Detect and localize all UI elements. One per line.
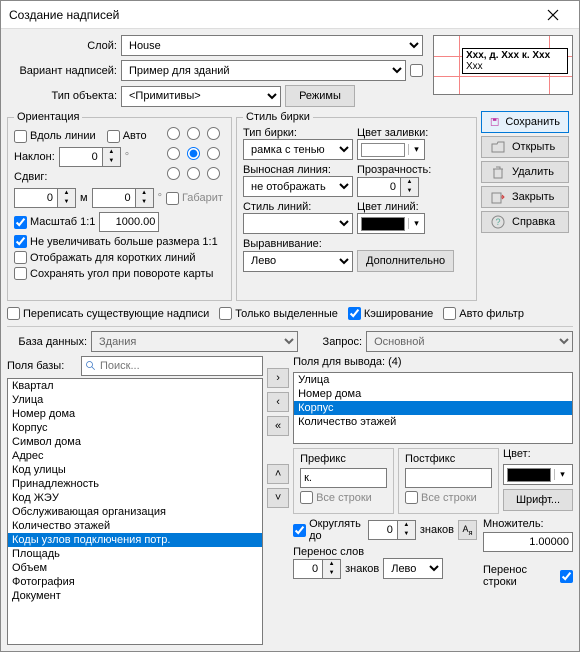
label-preview: Xxx, д. Xxx к. Xxx Xxx: [433, 35, 573, 95]
scale-input[interactable]: [99, 212, 159, 232]
base-list-item[interactable]: Адрес: [8, 449, 262, 463]
scale11-chk[interactable]: Масштаб 1:1: [14, 216, 95, 229]
shift-y[interactable]: [92, 188, 136, 208]
fillcolor-pick[interactable]: ▾: [357, 139, 425, 160]
allrows1-chk[interactable]: Все строки: [300, 491, 372, 504]
selonly-chk[interactable]: Только выделенные: [219, 307, 338, 320]
base-list-item[interactable]: Принадлежность: [8, 477, 262, 491]
modes-btn[interactable]: Режимы: [285, 85, 355, 107]
base-list-item[interactable]: Символ дома: [8, 435, 262, 449]
noenlarge-chk[interactable]: Не увеличивать больше размера 1:1: [14, 235, 218, 248]
leader-select[interactable]: не отображать: [243, 176, 353, 197]
out-list-item[interactable]: Улица: [294, 373, 572, 387]
db-select[interactable]: Здания: [91, 331, 298, 352]
keepangle-chk[interactable]: Сохранять угол при повороте карты: [14, 267, 213, 280]
variant-chk[interactable]: [410, 64, 423, 77]
layer-select[interactable]: House: [121, 35, 423, 56]
base-list-item[interactable]: Код улицы: [8, 463, 262, 477]
open-button[interactable]: Открыть: [481, 136, 569, 158]
shift-x[interactable]: [14, 188, 58, 208]
search-input[interactable]: [97, 358, 259, 374]
linewrap-chk[interactable]: Перенос строки: [483, 564, 573, 588]
base-list-item[interactable]: Документ: [8, 589, 262, 603]
allrows2-chk[interactable]: Все строки: [405, 491, 477, 504]
objtype-label: Тип объекта:: [7, 90, 117, 102]
linecolor-pick[interactable]: ▾: [357, 213, 425, 234]
close-button[interactable]: Закрыть: [481, 186, 569, 208]
along-line-chk[interactable]: Вдоль линии: [14, 130, 96, 143]
transp-input[interactable]: [357, 177, 401, 197]
variant-label: Вариант надписей:: [7, 65, 117, 77]
out-list-item[interactable]: Количество этажей: [294, 415, 572, 429]
overwrite-chk[interactable]: Переписать существующие надписи: [7, 307, 209, 320]
tagtype-select[interactable]: рамка с тенью: [243, 139, 353, 160]
anchor-grid[interactable]: [167, 127, 225, 185]
round-val[interactable]: [368, 520, 398, 540]
font-btn[interactable]: Шрифт...: [503, 489, 573, 511]
layer-label: Слой:: [7, 40, 117, 52]
base-list-item[interactable]: Код ЖЭУ: [8, 491, 262, 505]
window-title: Создание надписей: [9, 8, 533, 22]
titlebar: Создание надписей: [1, 1, 579, 29]
shortlines-chk[interactable]: Отображать для коротких линий: [14, 251, 196, 264]
variant-select[interactable]: Пример для зданий: [121, 60, 406, 81]
outfields-label: Поля для вывода: (4): [293, 356, 573, 368]
autofilt-chk[interactable]: Авто фильтр: [443, 307, 524, 320]
align-select[interactable]: Лево: [243, 251, 353, 272]
delete-button[interactable]: Удалить: [481, 161, 569, 183]
base-list-item[interactable]: Площадь: [8, 547, 262, 561]
base-list-item[interactable]: Количество этажей: [8, 519, 262, 533]
objtype-select[interactable]: <Примитивы>: [121, 86, 281, 107]
save-button[interactable]: Сохранить: [481, 111, 569, 133]
az-btn[interactable]: Aя: [458, 520, 477, 540]
wrap-label: Перенос слов: [293, 546, 477, 558]
base-list-item[interactable]: Коды узлов подключения потр.: [8, 533, 262, 547]
add-field[interactable]: ›: [267, 368, 289, 388]
query-select[interactable]: Основной: [366, 331, 573, 352]
move-down[interactable]: ˅: [267, 488, 289, 508]
prefix-input[interactable]: [300, 468, 387, 488]
close-window[interactable]: [533, 2, 573, 28]
postfix-input[interactable]: [405, 468, 492, 488]
more-btn[interactable]: Дополнительно: [357, 250, 454, 272]
move-up[interactable]: ˄: [267, 464, 289, 484]
out-fields-list[interactable]: УлицаНомер домаКорпусКоличество этажей: [293, 372, 573, 444]
out-list-item[interactable]: Номер дома: [294, 387, 572, 401]
remove-field[interactable]: ‹: [267, 392, 289, 412]
base-list-item[interactable]: Фотография: [8, 575, 262, 589]
auto-chk[interactable]: Авто: [107, 130, 147, 143]
orientation-fieldset: Ориентация Вдоль линии Авто Наклон: ▲▼ °: [7, 111, 232, 301]
text-color-pick[interactable]: ▾: [503, 464, 573, 485]
gabarit-chk[interactable]: Габарит: [166, 192, 223, 205]
round-chk[interactable]: Округлять до: [293, 518, 364, 542]
base-list-item[interactable]: Номер дома: [8, 407, 262, 421]
wrap-align[interactable]: Лево: [383, 558, 443, 579]
slope-input[interactable]: [59, 147, 103, 167]
help-button[interactable]: ?Справка: [481, 211, 569, 233]
svg-text:?: ?: [495, 217, 500, 227]
base-list-item[interactable]: Улица: [8, 393, 262, 407]
search-icon: [85, 360, 97, 372]
linestyle-select[interactable]: [243, 213, 353, 234]
multiplier-input[interactable]: [483, 532, 573, 552]
base-list-item[interactable]: Обслуживающая организация: [8, 505, 262, 519]
cache-chk[interactable]: Кэширование: [348, 307, 433, 320]
out-list-item[interactable]: Корпус: [294, 401, 572, 415]
base-fields-list[interactable]: КварталУлицаНомер домаКорпусСимвол домаА…: [7, 378, 263, 645]
tagstyle-fieldset: Стиль бирки Тип бирки: Цвет заливки: рам…: [236, 111, 477, 301]
remove-all[interactable]: «: [267, 416, 289, 436]
base-list-item[interactable]: Квартал: [8, 379, 262, 393]
wrap-val[interactable]: [293, 559, 323, 579]
base-list-item[interactable]: Корпус: [8, 421, 262, 435]
base-list-item[interactable]: Объем: [8, 561, 262, 575]
